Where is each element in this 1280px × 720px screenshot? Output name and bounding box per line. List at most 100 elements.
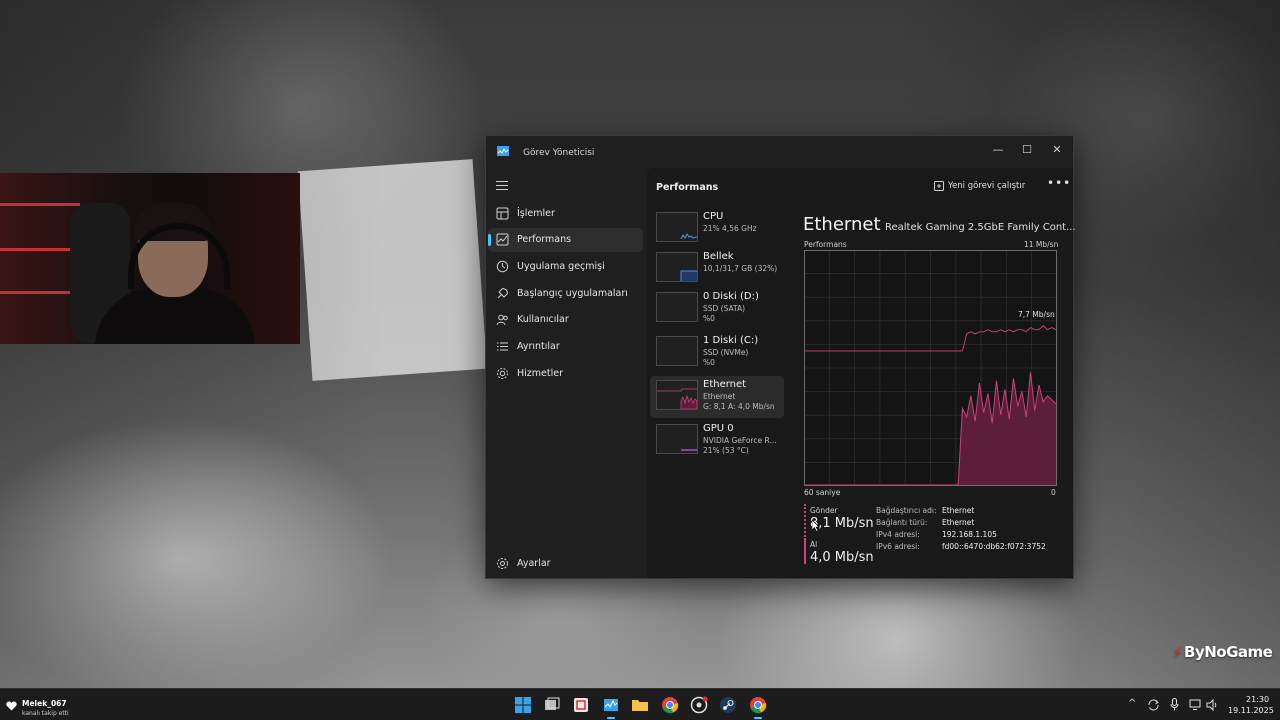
taskbar-app-game[interactable]	[689, 695, 709, 715]
detail-title: Ethernet	[803, 214, 881, 235]
device-disk-c[interactable]: 1 Diski (C:) SSD (NVMe) %0	[650, 332, 784, 374]
receive-indicator	[804, 538, 806, 564]
folder-icon	[632, 700, 648, 711]
steam-icon	[720, 697, 736, 713]
device-name: Bellek	[703, 251, 734, 262]
close-button[interactable]: ✕	[1042, 140, 1072, 160]
task-manager-icon	[497, 146, 509, 156]
webcam-shelf	[0, 291, 80, 294]
settings-label: Ayarlar	[517, 558, 551, 569]
device-detail: 10,1/31,7 GB (32%)	[703, 264, 778, 273]
taskbar-app-steam[interactable]	[718, 695, 738, 715]
volume-icon[interactable]	[1206, 699, 1219, 711]
task-manager-window: Görev Yöneticisi — ☐ ✕ İşlemler Performa…	[485, 135, 1076, 579]
maximize-button[interactable]: ☐	[1012, 140, 1042, 160]
game-launcher-icon	[690, 696, 708, 714]
peak-value-label: 7,7 Mb/sn	[1018, 310, 1055, 319]
network-icon[interactable]	[1189, 699, 1202, 711]
taskbar-app-explorer[interactable]	[630, 695, 650, 715]
webcam-overlay	[0, 173, 300, 344]
property-value: Ethernet	[942, 506, 975, 515]
x-axis-left-label: 60 saniye	[804, 488, 841, 497]
new-task-button[interactable]: Yeni görevi çalıştır	[934, 181, 1026, 191]
app-history-icon	[496, 260, 509, 273]
graph-label: Performans	[804, 240, 847, 249]
sidebar-item-label: Başlangıç uygulamaları	[517, 288, 628, 299]
send-label: Gönder	[810, 506, 838, 515]
webcam-shelf	[0, 248, 80, 251]
more-options-button[interactable]: •••	[1047, 176, 1071, 190]
memory-thumbnail-graph	[656, 252, 698, 282]
follower-name: Melek_067	[22, 699, 67, 708]
chrome-icon	[750, 697, 767, 714]
window-title: Görev Yöneticisi	[523, 148, 595, 158]
device-memory[interactable]: Bellek 10,1/31,7 GB (32%)	[650, 248, 784, 290]
sidebar-item-performance[interactable]: Performans	[488, 228, 643, 252]
taskbar-app-snipping[interactable]	[571, 695, 591, 715]
users-icon	[496, 314, 508, 326]
start-button[interactable]	[513, 695, 533, 715]
sidebar-item-details[interactable]: Ayrıntılar	[488, 335, 643, 359]
taskbar-app-chrome-2[interactable]	[748, 695, 768, 719]
receive-label: Al	[810, 540, 818, 549]
sidebar-item-startup[interactable]: Başlangıç uygulamaları	[488, 282, 643, 306]
sidebar-item-services[interactable]: Hizmetler	[488, 362, 643, 386]
chrome-icon	[662, 697, 679, 714]
startup-icon	[497, 287, 509, 299]
receive-value: 4,0 Mb/sn	[810, 550, 874, 565]
device-detail: Ethernet	[703, 392, 736, 401]
taskbar-app-chrome[interactable]	[660, 695, 680, 715]
task-view-button[interactable]	[542, 695, 562, 715]
device-gpu[interactable]: GPU 0 NVIDIA GeForce R... 21% (53 °C)	[650, 420, 784, 462]
device-name: 1 Diski (C:)	[703, 335, 759, 346]
task-view-icon	[545, 697, 560, 710]
details-icon	[497, 342, 508, 351]
property-label: IPv6 adresi:	[876, 542, 920, 551]
device-detail: NVIDIA GeForce R...	[703, 436, 777, 445]
watermark-logo: ⚡ ByNoGame	[1172, 643, 1273, 661]
title-bar[interactable]: Görev Yöneticisi — ☐ ✕	[486, 136, 1073, 168]
send-indicator	[804, 504, 806, 540]
tray-overflow-chevron[interactable]: ^	[1128, 698, 1136, 709]
sidebar-item-users[interactable]: Kullanıcılar	[488, 308, 643, 332]
device-name: Ethernet	[703, 379, 747, 390]
clock-time[interactable]: 21:30	[1246, 695, 1269, 704]
follower-text: kanalı takip etti	[22, 710, 69, 717]
x-axis-right-label: 0	[1051, 488, 1056, 497]
device-name: CPU	[703, 211, 724, 222]
clock-date[interactable]: 19.11.2025	[1228, 706, 1274, 715]
device-name: GPU 0	[703, 423, 734, 434]
minimize-button[interactable]: —	[983, 140, 1013, 160]
device-detail: G: 8,1 A: 4,0 Mb/sn	[703, 402, 775, 411]
performance-icon	[496, 233, 509, 246]
webcam-shelf	[0, 203, 80, 206]
property-label: IPv4 adresi:	[876, 530, 920, 539]
sidebar-item-label: Performans	[517, 234, 572, 245]
sync-icon[interactable]	[1147, 699, 1160, 711]
sidebar-item-label: İşlemler	[517, 208, 555, 219]
new-task-label: Yeni görevi çalıştır	[948, 181, 1026, 191]
ethernet-thumbnail-graph	[656, 380, 698, 410]
device-cpu[interactable]: CPU 21% 4,56 GHz	[650, 208, 784, 250]
taskbar-app-task-manager[interactable]	[601, 695, 621, 719]
property-value: Ethernet	[942, 518, 975, 527]
watermark-text: ByNoGame	[1184, 643, 1273, 661]
sidebar-item-processes[interactable]: İşlemler	[488, 202, 643, 226]
run-task-icon	[934, 181, 944, 191]
sidebar-item-settings[interactable]: Ayarlar	[488, 552, 643, 574]
windows-logo-icon	[515, 697, 531, 713]
gear-icon	[497, 558, 508, 569]
microphone-icon[interactable]	[1170, 698, 1179, 711]
sidebar-item-label: Ayrıntılar	[517, 341, 560, 352]
task-manager-icon	[604, 699, 618, 711]
disk-thumbnail-graph	[656, 292, 698, 322]
device-disk-d[interactable]: 0 Diski (D:) SSD (SATA) %0	[650, 288, 784, 330]
snipping-tool-icon	[574, 698, 588, 712]
graph-max-label: 11 Mb/sn	[1024, 240, 1059, 249]
sidebar-item-app-history[interactable]: Uygulama geçmişi	[488, 255, 643, 279]
heart-icon	[6, 701, 17, 711]
device-ethernet[interactable]: Ethernet Ethernet G: 8,1 A: 4,0 Mb/sn	[650, 376, 784, 418]
mouse-cursor-icon	[812, 520, 820, 532]
hamburger-menu-icon[interactable]	[496, 181, 508, 190]
gpu-thumbnail-graph	[656, 424, 698, 454]
